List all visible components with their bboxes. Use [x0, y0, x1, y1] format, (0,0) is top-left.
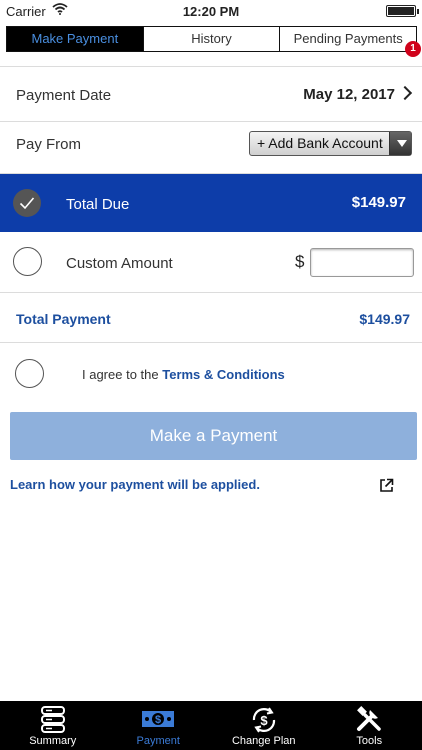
svg-text:$: $	[260, 713, 268, 728]
learn-how-payment-link[interactable]: Learn how your payment will be applied.	[10, 477, 260, 492]
tab-pending-payments-label: Pending Payments	[293, 31, 403, 46]
status-time: 12:20 PM	[182, 4, 240, 19]
total-payment-label: Total Payment	[16, 311, 111, 327]
nav-change-plan[interactable]: $ Change Plan	[211, 701, 317, 750]
tools-icon	[355, 705, 383, 736]
make-payment-button[interactable]: Make a Payment	[10, 412, 417, 460]
payment-date-label: Payment Date	[16, 87, 112, 104]
total-due-amount: $149.97	[351, 194, 406, 211]
terms-agree-radio[interactable]	[15, 359, 44, 388]
nav-tools-label: Tools	[356, 735, 383, 747]
payment-date-row[interactable]: Payment Date May 12, 2017	[0, 66, 422, 122]
terms-agreement-text: I agree to the Terms & Conditions	[82, 367, 285, 382]
tab-make-payment[interactable]: Make Payment	[7, 27, 143, 51]
chevron-down-icon	[389, 132, 411, 155]
nav-change-plan-label: Change Plan	[231, 735, 296, 747]
terms-agreement-row: I agree to the Terms & Conditions	[0, 343, 422, 405]
total-payment-amount: $149.97	[359, 311, 410, 327]
tab-history[interactable]: History	[142, 27, 280, 51]
pay-from-selected: + Add Bank Account	[257, 135, 383, 151]
payment-date-value: May 12, 2017	[303, 86, 395, 103]
custom-amount-input[interactable]	[310, 248, 414, 277]
status-bar: Carrier 12:20 PM	[0, 0, 422, 22]
nav-tools[interactable]: Tools	[317, 701, 422, 750]
svg-text:$: $	[155, 714, 161, 726]
bottom-nav: Summary $ Payment $ Change Plan Tools	[0, 701, 422, 750]
battery-icon	[386, 5, 419, 17]
dollar-cycle-icon: $	[249, 705, 279, 738]
currency-symbol: $	[295, 252, 305, 271]
money-bill-icon: $	[141, 705, 175, 736]
chevron-right-icon	[397, 85, 413, 101]
total-payment-row: Total Payment $149.97	[0, 293, 422, 343]
terms-conditions-link[interactable]: Terms & Conditions	[162, 367, 285, 382]
total-due-option[interactable]: Total Due $149.97	[0, 174, 422, 232]
tab-pending-payments[interactable]: Pending Payments 1	[279, 27, 422, 57]
total-due-label: Total Due	[66, 196, 130, 213]
external-link-icon[interactable]	[379, 478, 394, 498]
custom-amount-label: Custom Amount	[66, 255, 173, 272]
payment-tabs: Make Payment History Pending Payments 1	[6, 26, 422, 57]
nav-summary-label: Summary	[29, 735, 77, 747]
terms-prefix: I agree to the	[82, 367, 163, 382]
pay-from-select[interactable]: + Add Bank Account	[249, 131, 412, 156]
pay-from-label: Pay From	[16, 136, 82, 153]
custom-amount-radio[interactable]	[13, 247, 42, 276]
nav-payment[interactable]: $ Payment	[106, 701, 212, 750]
pending-count-badge: 1	[405, 41, 422, 57]
nav-summary[interactable]: Summary	[0, 701, 106, 750]
server-stack-icon	[39, 705, 67, 736]
checkmark-icon	[13, 189, 41, 217]
nav-payment-label: Payment	[136, 735, 180, 747]
